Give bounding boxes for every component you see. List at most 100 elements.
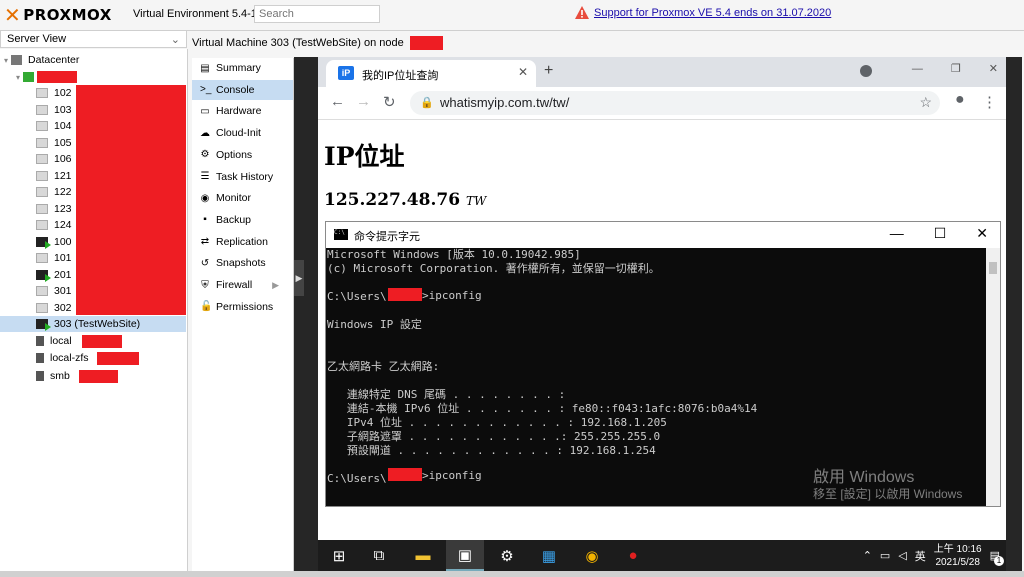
menu-dots-icon[interactable]: ⋮ [982, 93, 997, 111]
close-icon[interactable]: ✕ [518, 65, 528, 79]
menu-item-options[interactable]: ⚙ Options [192, 145, 293, 165]
vm-stopped-icon [36, 154, 48, 164]
lock-icon[interactable]: 🔒 [420, 96, 434, 109]
close-icon[interactable]: ✕ [989, 62, 998, 75]
browser-tab[interactable]: iP 我的IP位址查詢 ✕ [326, 60, 536, 87]
menu-item-replication[interactable]: ⇄ Replication [192, 232, 293, 252]
shield-icon: ⛨ [201, 279, 209, 291]
address-bar[interactable]: 🔒 whatismyip.com.tw/tw/ ☆ [410, 91, 940, 115]
summary-icon: ▤ [200, 62, 210, 74]
notification-icon[interactable]: ▤ 1 [990, 549, 1004, 566]
activation-watermark-text: 移至 [設定] 以啟用 Windows [813, 487, 963, 501]
tree-vm-item[interactable]: 106 [36, 151, 72, 167]
redacted-username [388, 288, 422, 301]
menu-item-hardware[interactable]: ▭ Hardware [192, 101, 293, 121]
tree-vm-item[interactable]: 123 [36, 201, 72, 217]
task-view-icon[interactable]: ⧉ [360, 540, 398, 571]
search-input[interactable] [254, 5, 380, 23]
reload-icon[interactable]: ↻ [383, 93, 396, 111]
ime-indicator[interactable]: 英 [915, 548, 926, 564]
trend-micro-icon[interactable]: ● [614, 540, 652, 571]
cmd-line [326, 346, 986, 360]
profile-icon[interactable]: ● [955, 91, 965, 109]
tree-storage-smb[interactable]: smb [36, 368, 70, 384]
tree-storage-local[interactable]: local [36, 333, 72, 349]
network-icon[interactable]: ▭ [880, 549, 890, 562]
menu-item-snapshots[interactable]: ↺ Snapshots [192, 253, 293, 273]
vm-label: 101 [54, 252, 72, 264]
tree-vm-item[interactable]: 121 [36, 168, 72, 184]
collapse-icon: ▾ [4, 55, 9, 65]
collapse-handle[interactable]: ▶ [294, 260, 304, 296]
menu-item-summary[interactable]: ▤ Summary [192, 58, 293, 78]
menu-item-backup[interactable]: ▪ Backup [192, 210, 293, 230]
vm-stopped-icon [36, 88, 48, 98]
chrome-icon[interactable]: ◉ [573, 540, 611, 571]
menu-item-label: Cloud-Init [216, 127, 261, 140]
menu-item-firewall[interactable]: ⛨ Firewall ▶ [192, 275, 293, 295]
system-tray: ⌃ ▭ ◁ 英 上午 10:16 2021/5/28 ▤ 1 [863, 540, 1006, 571]
close-icon[interactable]: ✕ [976, 225, 988, 242]
network-app-icon[interactable]: ▦ [530, 540, 568, 571]
chevron-up-icon[interactable]: ⌃ [863, 549, 872, 562]
server-view-select[interactable]: Server View ⌄ [0, 30, 187, 48]
tree-vm-item[interactable]: 124 [36, 217, 72, 233]
warning-icon [575, 6, 589, 19]
vm-label: 103 [54, 103, 72, 116]
cmd-title-bar[interactable]: C:\ 命令提示字元 — ☐ ✕ [326, 222, 1000, 248]
star-icon[interactable]: ☆ [919, 94, 932, 111]
tree-vm-item[interactable]: 103 [36, 102, 72, 118]
tree-datacenter[interactable]: ▾ Datacenter [4, 52, 79, 68]
back-icon[interactable]: ← [330, 93, 345, 110]
menu-item-monitor[interactable]: ◉ Monitor [192, 188, 293, 208]
clock[interactable]: 上午 10:16 2021/5/28 [934, 543, 982, 569]
menu-item-label: Snapshots [216, 257, 266, 270]
vm-label: 124 [54, 219, 72, 231]
resource-tree[interactable]: ▾ Datacenter ▾ 102 103 104 105 106 121 122 123 1… [0, 49, 188, 571]
tree-vm-item[interactable]: 302 [36, 300, 72, 316]
tree-vm-item[interactable]: 101 [36, 250, 72, 266]
scroll-thumb[interactable] [989, 262, 997, 274]
tree-storage-local-zfs[interactable]: local-zfs [36, 350, 89, 366]
cmd-scrollbar[interactable] [986, 248, 1000, 506]
settings-gear-icon[interactable]: ⚙ [488, 540, 526, 571]
vm-label: 201 [54, 268, 72, 281]
menu-item-cloud-init[interactable]: ☁ Cloud-Init [192, 123, 293, 143]
window-controls: — ☐ ✕ [890, 225, 988, 242]
new-tab-button[interactable]: + [544, 62, 553, 80]
menu-item-label: Console [216, 83, 255, 96]
tree-vm-item[interactable]: 104 [36, 118, 72, 134]
proxmox-logo[interactable]: ✕ PROXMOX [4, 3, 112, 27]
tree-vm-item[interactable]: 303 (TestWebSite) [0, 316, 186, 332]
tree-vm-item[interactable]: 102 [36, 85, 72, 101]
menu-item-label: Options [216, 148, 253, 161]
menu-item-permissions[interactable]: 🔓 Permissions [192, 297, 293, 317]
menu-item-console[interactable]: >_ Console [192, 79, 293, 100]
volume-icon[interactable]: ◁ [898, 549, 906, 562]
windows-start-icon[interactable]: ⊞ [320, 540, 358, 571]
tree-vm-item[interactable]: 105 [36, 135, 72, 151]
menu-item-label: Replication [216, 235, 268, 248]
cmd-taskbar-icon[interactable]: ▣ [446, 540, 484, 571]
support-link[interactable]: Support for Proxmox VE 5.4 ends on 31.07… [594, 7, 831, 19]
maximize-icon[interactable]: ☐ [934, 225, 947, 242]
tree-vm-item[interactable]: 122 [36, 184, 72, 200]
notification-count: 1 [994, 556, 1004, 566]
tree-vm-item[interactable]: 301 [36, 283, 72, 299]
tree-vm-item[interactable]: 100 [36, 234, 72, 250]
tab-strip: iP 我的IP位址查詢 ✕ + — ❐ ✕ [318, 57, 1006, 87]
cmd-line: Windows IP 設定 [327, 318, 422, 331]
minimize-icon[interactable]: — [912, 63, 923, 75]
tree-vm-item[interactable]: 201 [36, 267, 72, 283]
cmd-line: 子網路遮罩 . . . . . . . . . . . .: 255.255.2… [327, 430, 661, 443]
vm-label: 301 [54, 285, 72, 297]
cmd-command: >ipconfig [422, 469, 482, 482]
profile-icon[interactable] [860, 65, 872, 77]
support-notice: Support for Proxmox VE 5.4 ends on 31.07… [575, 6, 831, 19]
restore-icon[interactable]: ❐ [951, 62, 961, 75]
vm-stopped-icon [36, 286, 48, 296]
menu-item-task-history[interactable]: ☰ Task History [192, 167, 293, 187]
minimize-icon[interactable]: — [890, 225, 904, 242]
forward-icon[interactable]: → [356, 93, 371, 110]
file-explorer-icon[interactable]: ▬ [404, 540, 442, 571]
